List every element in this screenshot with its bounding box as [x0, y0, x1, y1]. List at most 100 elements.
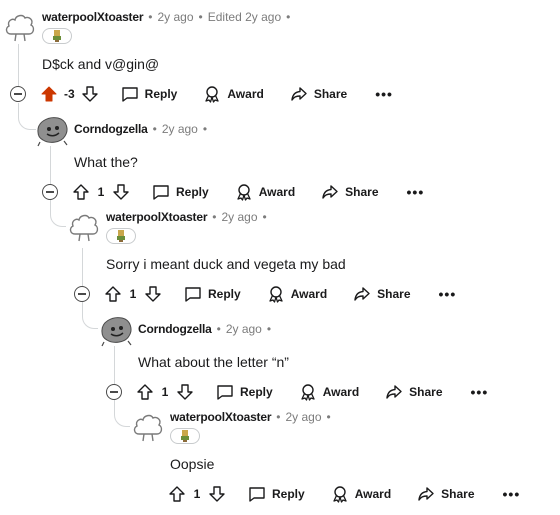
edited-label: Edited 2y ago	[207, 10, 282, 24]
comment-actions: 1 Reply Award Share •••	[72, 180, 424, 204]
share-icon	[418, 487, 434, 501]
timestamp[interactable]: 2y ago	[226, 322, 262, 336]
share-icon	[322, 185, 338, 199]
thread-line	[82, 248, 83, 286]
comment-actions: 1 Reply Award Share •••	[104, 282, 456, 306]
thread-elbow	[82, 302, 98, 329]
upvote-icon[interactable]	[72, 183, 90, 201]
reply-button[interactable]: Reply	[121, 85, 177, 103]
timestamp[interactable]: 2y ago	[158, 10, 194, 24]
award-button[interactable]: Award	[331, 485, 391, 503]
username[interactable]: Corndogzella	[138, 322, 212, 336]
upvote-icon[interactable]	[40, 85, 58, 103]
comment-body: Oopsie	[170, 456, 215, 472]
reply-button[interactable]: Reply	[248, 485, 305, 503]
comment-header: waterpoolXtoaster • 2y ago • Edited 2y ago •	[42, 10, 291, 24]
thread-line	[50, 146, 51, 184]
gray-blob-avatar-icon	[37, 117, 68, 147]
cloud-avatar-icon	[133, 414, 163, 442]
username[interactable]: Corndogzella	[74, 122, 148, 136]
username[interactable]: waterpoolXtoaster	[106, 210, 207, 224]
collapse-thread-button[interactable]	[10, 86, 26, 102]
more-options-button[interactable]: •••	[439, 286, 457, 302]
share-icon	[354, 287, 370, 301]
share-icon	[386, 385, 402, 399]
more-options-button[interactable]: •••	[407, 184, 425, 200]
vote-score: 1	[161, 385, 169, 399]
username[interactable]: waterpoolXtoaster	[170, 410, 271, 424]
avatar[interactable]	[2, 8, 38, 44]
vote-score: 1	[193, 487, 201, 501]
speech-bubble-icon	[185, 287, 201, 302]
reply-button[interactable]: Reply	[184, 285, 241, 303]
collapse-thread-button[interactable]	[74, 286, 90, 302]
downvote-icon[interactable]	[112, 183, 130, 201]
reply-button[interactable]: Reply	[216, 383, 273, 401]
avatar[interactable]	[34, 112, 70, 148]
more-options-button[interactable]: •••	[375, 86, 393, 102]
reply-button[interactable]: Reply	[152, 183, 209, 201]
collapse-thread-button[interactable]	[42, 184, 58, 200]
share-button[interactable]: Share	[385, 383, 443, 401]
cloud-avatar-icon	[69, 214, 99, 242]
share-icon	[291, 87, 307, 101]
upvote-icon[interactable]	[168, 485, 186, 503]
award-icon	[269, 286, 283, 303]
award-icon	[237, 184, 251, 201]
upvote-icon[interactable]	[104, 285, 122, 303]
comment-body: What the?	[74, 154, 138, 170]
thread-line	[18, 44, 19, 86]
user-flair	[42, 28, 72, 44]
comment-actions: 1 Reply Award Share •••	[136, 380, 488, 404]
comment-header: waterpoolXtoaster • 2y ago •	[106, 210, 267, 224]
downvote-icon[interactable]	[208, 485, 226, 503]
avatar[interactable]	[130, 408, 166, 444]
user-flair	[170, 428, 200, 444]
thread-elbow	[50, 200, 66, 227]
more-options-button[interactable]: •••	[503, 486, 521, 502]
comment-body: Sorry i meant duck and vegeta my bad	[106, 256, 346, 272]
user-flair	[106, 228, 136, 244]
trophy-flair-icon	[53, 30, 61, 42]
downvote-icon[interactable]	[176, 383, 194, 401]
vote-score: -3	[64, 87, 75, 101]
share-button[interactable]: Share	[417, 485, 475, 503]
downvote-icon[interactable]	[81, 85, 99, 103]
speech-bubble-icon	[153, 185, 169, 200]
avatar[interactable]	[66, 208, 102, 244]
trophy-flair-icon	[117, 230, 125, 242]
collapse-thread-button[interactable]	[106, 384, 122, 400]
avatar[interactable]	[98, 312, 134, 348]
thread-elbow	[114, 400, 130, 427]
comment-header: waterpoolXtoaster • 2y ago •	[170, 410, 331, 424]
speech-bubble-icon	[249, 487, 265, 502]
comment-actions: -3 Reply Award Share •••	[40, 82, 393, 106]
award-icon	[333, 486, 347, 503]
cloud-avatar-icon	[5, 14, 35, 42]
more-options-button[interactable]: •••	[471, 384, 489, 400]
comment-body: What about the letter “n”	[138, 354, 289, 370]
comment-actions: 1 Reply Award Share •••	[168, 482, 520, 506]
timestamp[interactable]: 2y ago	[162, 122, 198, 136]
comment-header: Corndogzella • 2y ago •	[74, 122, 208, 136]
timestamp[interactable]: 2y ago	[222, 210, 258, 224]
award-button[interactable]: Award	[203, 85, 264, 103]
share-button[interactable]: Share	[321, 183, 379, 201]
trophy-flair-icon	[181, 430, 189, 442]
comment-body: D$ck and v@gin@	[42, 56, 160, 72]
award-button[interactable]: Award	[299, 383, 359, 401]
vote-score: 1	[129, 287, 137, 301]
comment-header: Corndogzella • 2y ago •	[138, 322, 272, 336]
speech-bubble-icon	[217, 385, 233, 400]
share-button[interactable]: Share	[290, 85, 347, 103]
award-button[interactable]: Award	[267, 285, 327, 303]
timestamp[interactable]: 2y ago	[286, 410, 322, 424]
speech-bubble-icon	[121, 87, 138, 102]
vote-score: 1	[97, 185, 105, 199]
share-button[interactable]: Share	[353, 285, 411, 303]
award-icon	[205, 86, 220, 103]
downvote-icon[interactable]	[144, 285, 162, 303]
username[interactable]: waterpoolXtoaster	[42, 10, 143, 24]
upvote-icon[interactable]	[136, 383, 154, 401]
award-button[interactable]: Award	[235, 183, 295, 201]
